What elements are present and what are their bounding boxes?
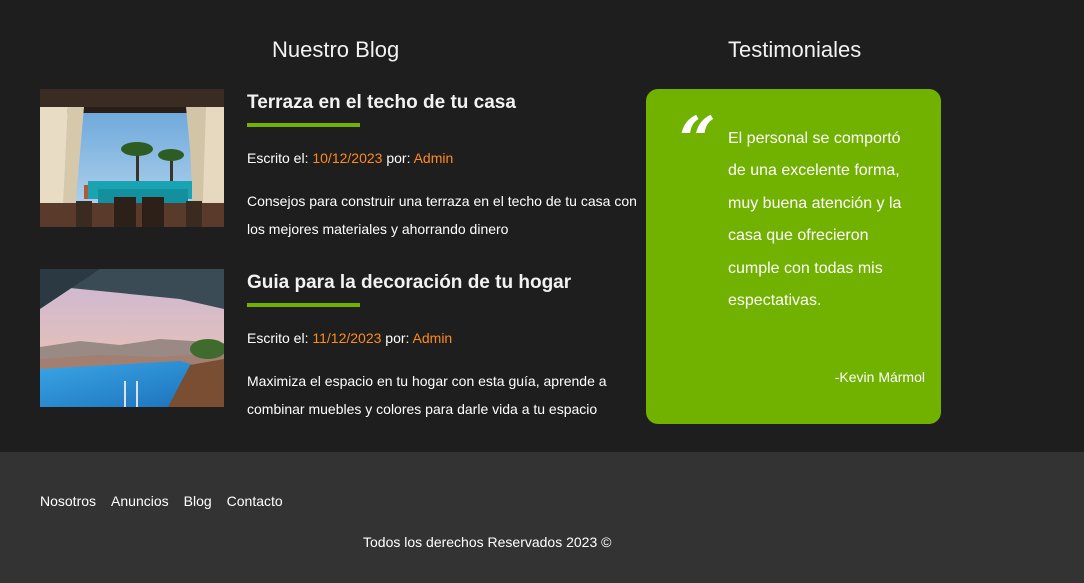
blog-post: Terraza en el techo de tu casa Escrito e… — [40, 89, 640, 237]
post-author-link[interactable]: Admin — [414, 150, 454, 166]
rooftop-terrace-image[interactable] — [40, 89, 224, 227]
title-underline — [247, 303, 360, 307]
post-title[interactable]: Guia para la decoración de tu hogar — [247, 269, 637, 297]
post-excerpt: Consejos para construir una terraza en e… — [247, 193, 637, 237]
testimonial-text: El personal se comportó de una excelente… — [728, 130, 902, 310]
post-meta: Escrito el: 11/12/2023 por: Admin — [247, 329, 637, 347]
site-footer: Nosotros Anuncios Blog Contacto Todos lo… — [0, 452, 1084, 583]
testimonials-section-title: Testimoniales — [728, 37, 862, 62]
footer-link-anuncios[interactable]: Anuncios — [111, 493, 169, 509]
written-label: Escrito el: — [247, 150, 309, 166]
infinity-pool-image[interactable] — [40, 269, 224, 407]
testimonial-card: “ El personal se comportó de una excelen… — [646, 89, 941, 424]
post-author-link[interactable]: Admin — [413, 330, 453, 346]
by-label: por: — [386, 150, 411, 166]
post-meta: Escrito el: 10/12/2023 por: Admin — [247, 149, 637, 167]
testimonial-author: -Kevin Mármol — [834, 369, 925, 385]
footer-nav: Nosotros Anuncios Blog Contacto — [40, 493, 283, 509]
by-label: por: — [385, 330, 410, 346]
written-label: Escrito el: — [247, 330, 309, 346]
post-date: 10/12/2023 — [312, 150, 383, 166]
post-date: 11/12/2023 — [312, 330, 382, 346]
quote-icon: “ — [679, 103, 716, 178]
copyright: Todos los derechos Reservados 2023 © — [363, 534, 612, 550]
footer-link-blog[interactable]: Blog — [184, 493, 212, 509]
post-excerpt: Maximiza el espacio en tu hogar con esta… — [247, 373, 607, 417]
footer-link-contacto[interactable]: Contacto — [227, 493, 283, 509]
footer-link-nosotros[interactable]: Nosotros — [40, 493, 96, 509]
post-title[interactable]: Terraza en el techo de tu casa — [247, 89, 637, 117]
blog-section-title: Nuestro Blog — [272, 37, 400, 62]
title-underline — [247, 123, 360, 127]
blog-post: Guia para la decoración de tu hogar Escr… — [40, 269, 640, 417]
